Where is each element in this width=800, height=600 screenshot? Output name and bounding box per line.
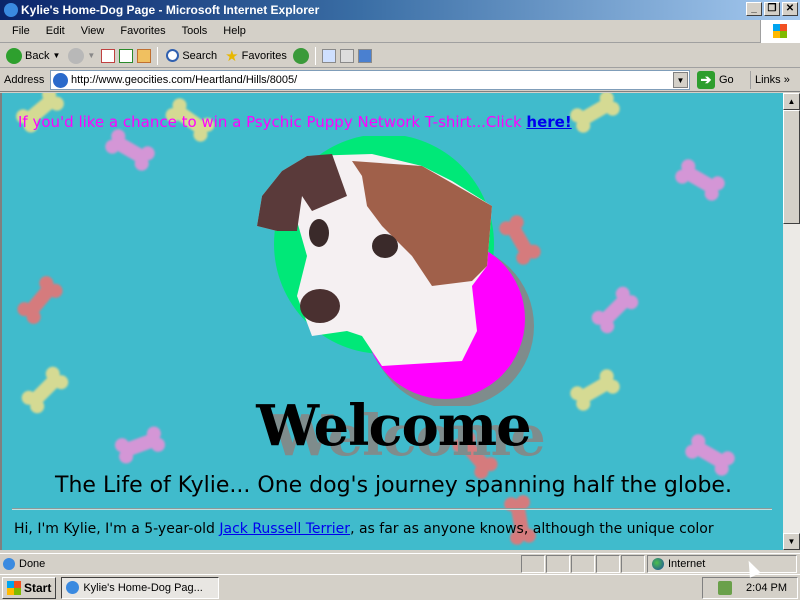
status-bar: Done Internet — [0, 553, 800, 573]
page-status-icon — [3, 557, 15, 570]
status-pane — [571, 554, 595, 573]
refresh-icon[interactable] — [119, 48, 134, 63]
history-icon[interactable] — [292, 47, 309, 64]
bone-decoration — [23, 281, 57, 319]
intro-paragraph: Hi, I'm Kylie, I'm a 5-year-old Jack Rus… — [14, 521, 783, 537]
close-button[interactable]: ✕ — [782, 2, 798, 16]
forward-dropdown-icon[interactable]: ▼ — [87, 51, 95, 60]
search-label: Search — [182, 49, 218, 62]
status-pane — [621, 554, 645, 573]
favorites-button[interactable]: ★ Favorites — [223, 47, 289, 65]
menu-help[interactable]: Help — [215, 25, 254, 37]
dog-nose — [300, 289, 340, 323]
dog-portrait — [257, 136, 534, 406]
bone-decoration — [680, 164, 720, 196]
taskbar-ie-window[interactable]: Kylie's Home-Dog Pag... — [61, 576, 220, 599]
status-pane — [546, 554, 570, 573]
windows-flag-icon — [7, 580, 21, 595]
mail-icon[interactable] — [321, 48, 336, 63]
address-bar: Address http://www.geocities.com/Heartla… — [0, 68, 800, 92]
page-icon — [53, 73, 68, 88]
home-icon[interactable] — [137, 48, 152, 63]
favorites-label: Favorites — [241, 49, 287, 62]
search-icon — [166, 49, 180, 62]
title-bar: Kylie's Home-Dog Page - Microsoft Intern… — [0, 0, 800, 20]
scroll-down-button[interactable]: ▼ — [783, 533, 800, 550]
vertical-scrollbar[interactable]: ▲ ▼ — [783, 93, 800, 550]
print-icon[interactable] — [339, 48, 354, 63]
go-label: Go — [719, 74, 734, 86]
address-url[interactable]: http://www.geocities.com/Heartland/Hills… — [71, 74, 297, 86]
network-icon[interactable] — [718, 581, 733, 595]
promo-link[interactable]: here! — [526, 113, 571, 131]
task-label: Kylie's Home-Dog Pag... — [83, 581, 203, 594]
intro-text: , as far as anyone knows, although the u… — [350, 521, 714, 537]
back-label: Back — [25, 49, 50, 62]
address-dropdown-icon[interactable]: ▼ — [673, 72, 688, 88]
subtitle: The Life of Kylie... One dog's journey s… — [55, 473, 732, 498]
ie-icon — [4, 3, 18, 17]
dog-eye — [309, 219, 329, 247]
clock[interactable]: 2:04 PM — [746, 582, 787, 594]
back-arrow-icon — [6, 47, 22, 64]
horizontal-rule — [12, 508, 772, 510]
address-label: Address — [4, 73, 45, 86]
taskbar: Start Kylie's Home-Dog Pag... 2:04 PM — [0, 574, 800, 600]
bone-decoration — [597, 292, 633, 328]
forward-button[interactable]: ▼ — [66, 47, 97, 64]
dog-eye — [372, 234, 398, 258]
window-title: Kylie's Home-Dog Page - Microsoft Intern… — [21, 3, 320, 17]
menu-file[interactable]: File — [4, 25, 38, 37]
toolbar-separator — [314, 46, 316, 65]
search-button[interactable]: Search — [164, 49, 219, 62]
links-label: Links — [755, 74, 781, 86]
address-input[interactable]: http://www.geocities.com/Heartland/Hills… — [50, 70, 690, 90]
bone-decoration — [575, 96, 615, 128]
minimize-button[interactable]: _ — [746, 2, 762, 16]
toolbar-separator — [157, 46, 159, 65]
system-tray: 2:04 PM — [702, 577, 798, 599]
security-zone: Internet — [647, 554, 797, 573]
links-button[interactable]: Links » — [750, 71, 790, 89]
windows-logo — [760, 20, 800, 43]
promo-label: If you'd like a chance to win a Psychic … — [18, 113, 527, 131]
windows-flag-icon — [773, 24, 787, 38]
globe-icon — [652, 557, 664, 570]
jack-russell-link[interactable]: Jack Russell Terrier — [219, 521, 350, 537]
ie-icon — [66, 581, 80, 594]
go-arrow-icon: ➔ — [697, 71, 715, 89]
zone-label: Internet — [668, 557, 706, 570]
menu-view[interactable]: View — [73, 25, 113, 37]
back-button[interactable]: Back ▼ — [4, 47, 62, 64]
standard-toolbar: Back ▼ ▼ Search ★ Favorites — [0, 44, 800, 68]
welcome-heading: Welcome — [256, 393, 532, 459]
status-pane — [521, 554, 545, 573]
bone-decoration — [110, 134, 150, 166]
menu-tools[interactable]: Tools — [174, 25, 216, 37]
star-icon: ★ — [225, 47, 239, 65]
status-text: Done — [19, 557, 46, 570]
restore-button[interactable]: ❐ — [764, 2, 780, 16]
menu-favorites[interactable]: Favorites — [112, 25, 173, 37]
status-pane — [596, 554, 620, 573]
back-dropdown-icon[interactable]: ▼ — [52, 51, 60, 60]
page-viewport: If you'd like a chance to win a Psychic … — [0, 93, 783, 550]
stop-icon[interactable] — [101, 48, 116, 63]
menu-bar: File Edit View Favorites Tools Help — [0, 20, 800, 43]
chevron-right-icon: » — [783, 74, 790, 86]
go-button[interactable]: ➔ Go — [697, 71, 734, 89]
status-panes — [520, 554, 645, 573]
start-label: Start — [24, 580, 52, 595]
promo-text: If you'd like a chance to win a Psychic … — [18, 113, 572, 131]
scroll-thumb[interactable] — [783, 110, 800, 224]
start-button[interactable]: Start — [2, 576, 57, 599]
scroll-up-button[interactable]: ▲ — [783, 93, 800, 110]
menu-edit[interactable]: Edit — [38, 25, 73, 37]
intro-text: Hi, I'm Kylie, I'm a 5-year-old — [14, 521, 220, 537]
forward-arrow-icon — [68, 47, 85, 64]
edit-icon[interactable] — [357, 48, 372, 63]
